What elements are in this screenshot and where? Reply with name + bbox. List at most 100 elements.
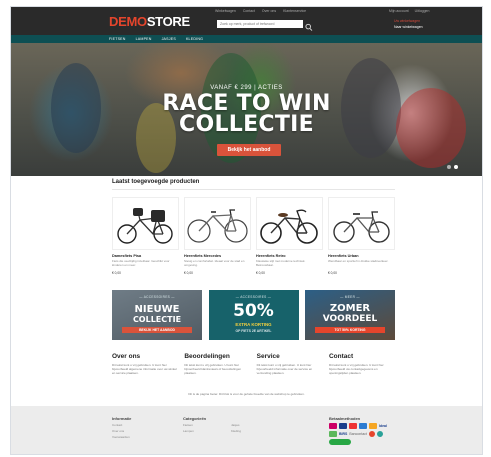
logo-part1: DEMO	[109, 14, 147, 29]
footer-categories-column: Categorieën Fietsen Lampen	[183, 416, 206, 433]
promo-banner-summer[interactable]: — MEER — ZOMER VOORDEEL TOT 50% KORTING	[305, 290, 395, 340]
top-link-about[interactable]: Over ons	[262, 9, 276, 13]
pay-text-ideal: Ideal	[379, 424, 387, 428]
promo-banner-new-collection[interactable]: — ACCESSOIRES — NIEUWE COLLECTIE BEKIJK …	[112, 290, 202, 340]
top-link-contact[interactable]: Contact	[243, 9, 255, 13]
product-image[interactable]	[256, 197, 323, 250]
slider-dot[interactable]	[447, 165, 451, 169]
footer-link[interactable]: Jasjes	[231, 423, 241, 427]
banner-headline: NIEUWE	[134, 304, 180, 315]
info-text: Dit tekst kunt u vrij gebruiken. U kunt …	[184, 363, 242, 375]
footer-info-column: Informatie Contact Over ons Voorwaarden	[112, 416, 131, 439]
footer-link[interactable]: Lampen	[183, 429, 206, 433]
hero-cta-button[interactable]: Bekijk het aanbod	[217, 144, 281, 156]
product-description: Klassieke stijl met moderne techniek. Be…	[256, 259, 306, 267]
product-description: Wendbaar en sportief in drukke stadsverk…	[328, 259, 389, 263]
banner-headline: COLLECTIE	[132, 315, 182, 324]
hero-title: RACE TO WIN COLLECTIE	[11, 91, 482, 137]
mastercard-icon	[349, 423, 357, 429]
info-columns: Over ons Dit tekst kunt u vrij gebruiken…	[112, 353, 395, 375]
footer: Informatie Contact Over ons Voorwaarden …	[11, 406, 482, 454]
product-description: Fiets die veelzijdig inzetbaar. Geschikt…	[112, 259, 170, 267]
top-link-cart[interactable]: Winkelwagen	[215, 9, 236, 13]
footer-link[interactable]: Voorwaarden	[112, 435, 131, 439]
nav-item-lampen[interactable]: LAMPEN	[136, 37, 152, 41]
maestro-icon	[368, 431, 375, 437]
hero-banner[interactable]: VANAF € 299 | ACTIES RACE TO WIN COLLECT…	[11, 43, 482, 176]
banner-cta[interactable]: BEKIJK HET AANBOD	[122, 327, 192, 333]
footer-link[interactable]: Over ons	[112, 429, 131, 433]
info-title: Over ons	[112, 353, 141, 360]
logout-link[interactable]: Uitloggen	[415, 9, 430, 13]
info-text: Dit tekst kunt u vrij gebruiken. U kunt …	[328, 363, 384, 375]
slider-dot-active[interactable]	[454, 165, 458, 169]
banner-cta[interactable]: TOT 50% KORTING	[315, 327, 385, 333]
promo-banner-discount[interactable]: — ACCESSOIRES — 50% EXTRA KORTING OP FIE…	[208, 290, 299, 340]
hero-title-line1: RACE TO WIN	[162, 91, 331, 116]
search-icon[interactable]	[305, 19, 313, 31]
account-links: Mijn account Uitloggen	[389, 9, 429, 13]
pay-text-birs: BIRS	[339, 432, 348, 436]
search-input[interactable]	[217, 20, 303, 28]
product-price: € 0,00	[256, 271, 265, 275]
product-image[interactable]	[184, 197, 251, 250]
footer-link[interactable]: Contact	[112, 423, 131, 427]
footer-categories-column-2: . Jasjes Kleding	[231, 416, 241, 433]
product-card[interactable]: Herenfiets Urban Wendbaar en sportief in…	[328, 197, 395, 275]
product-price: € 0,00	[112, 271, 121, 275]
banner-percentage: 50%	[233, 301, 274, 321]
info-contact: Contact Dit tekst kunt u vrij gebruiken.…	[329, 353, 395, 375]
cart-summary[interactable]: Uw winkelwagen	[394, 19, 420, 23]
product-description: Stevig en comfortabel. Ideaal voor de st…	[184, 259, 245, 267]
product-name[interactable]: Herenfiets Retro	[256, 254, 323, 258]
klarna-icon	[376, 431, 383, 437]
product-name[interactable]: Herenfiets Urban	[328, 254, 395, 258]
product-card[interactable]: Herenfiets Retro Klassieke stijl met mod…	[256, 197, 323, 275]
info-title: Contact	[328, 353, 354, 360]
trust-badge-icon	[329, 439, 351, 445]
banner-note: OP FIETS 2E ARTIKEL	[235, 329, 272, 333]
store-logo[interactable]: DEMOSTORE	[109, 14, 190, 29]
paypal-icon	[359, 423, 367, 429]
pay-text-bancontact: Bancontact	[349, 432, 367, 436]
footer-note: Dit is de pagina footer. Dit blok is voo…	[188, 392, 305, 396]
cart-link[interactable]: Naar winkelwagen	[394, 25, 423, 29]
slider-dots	[447, 165, 458, 169]
nav-item-fietsen[interactable]: FIETSEN	[109, 37, 126, 41]
account-link[interactable]: Mijn account	[389, 9, 409, 13]
page: DEMOSTORE Winkelwagen Contact Over ons K…	[10, 6, 483, 455]
giropay-icon	[329, 431, 337, 437]
nav-item-kleding[interactable]: KLEDING	[186, 37, 203, 41]
promo-banners: — ACCESSOIRES — NIEUWE COLLECTIE BEKIJK …	[112, 290, 395, 340]
info-text: Dit tekst kunt u vrij gebruiken. U kunt …	[256, 363, 313, 375]
products-title: Laatst toegevoegde producten	[112, 179, 200, 185]
product-card[interactable]: Damesfiets Pisa Fiets die veelzijdig inz…	[112, 197, 179, 275]
info-text: Dit tekst kunt u vrij gebruiken. U kunt …	[112, 363, 177, 375]
main-nav: FIETSEN LAMPEN JASJES KLEDING	[11, 35, 482, 43]
footer-link[interactable]: Fietsen	[183, 423, 206, 427]
info-title: Beoordelingen	[184, 353, 230, 360]
product-image[interactable]	[328, 197, 395, 250]
info-about: Over ons Dit tekst kunt u vrij gebruiken…	[112, 353, 178, 375]
footer-heading: Betaalmethoden	[329, 416, 361, 421]
banner-kicker: — ACCESSOIRES —	[235, 295, 272, 299]
visa-icon	[339, 423, 347, 429]
payment-icons: Ideal BIRS Bancontact	[329, 423, 391, 445]
hero-title-line2: COLLECTIE	[179, 112, 314, 137]
logo-part2: STORE	[146, 14, 190, 29]
info-title: Service	[256, 353, 280, 360]
product-name[interactable]: Herenfiets Mercedes	[184, 254, 251, 258]
product-card[interactable]: Herenfiets Mercedes Stevig en comfortabe…	[184, 197, 251, 275]
top-link-service[interactable]: Klantenservice	[283, 9, 306, 13]
product-image[interactable]	[112, 197, 179, 250]
footer-heading: Informatie	[112, 416, 132, 421]
banner-headline: ZOMER	[329, 303, 371, 314]
info-reviews: Beoordelingen Dit tekst kunt u vrij gebr…	[184, 353, 250, 375]
top-links: Winkelwagen Contact Over ons Klantenserv…	[215, 9, 306, 13]
product-name[interactable]: Damesfiets Pisa	[112, 254, 179, 258]
banner-kicker: — MEER —	[340, 295, 360, 299]
product-grid: Damesfiets Pisa Fiets die veelzijdig inz…	[112, 197, 395, 275]
nav-item-jasjes[interactable]: JASJES	[162, 37, 176, 41]
footer-payment-column: Betaalmethoden	[329, 416, 360, 421]
footer-link[interactable]: Kleding	[231, 429, 241, 433]
